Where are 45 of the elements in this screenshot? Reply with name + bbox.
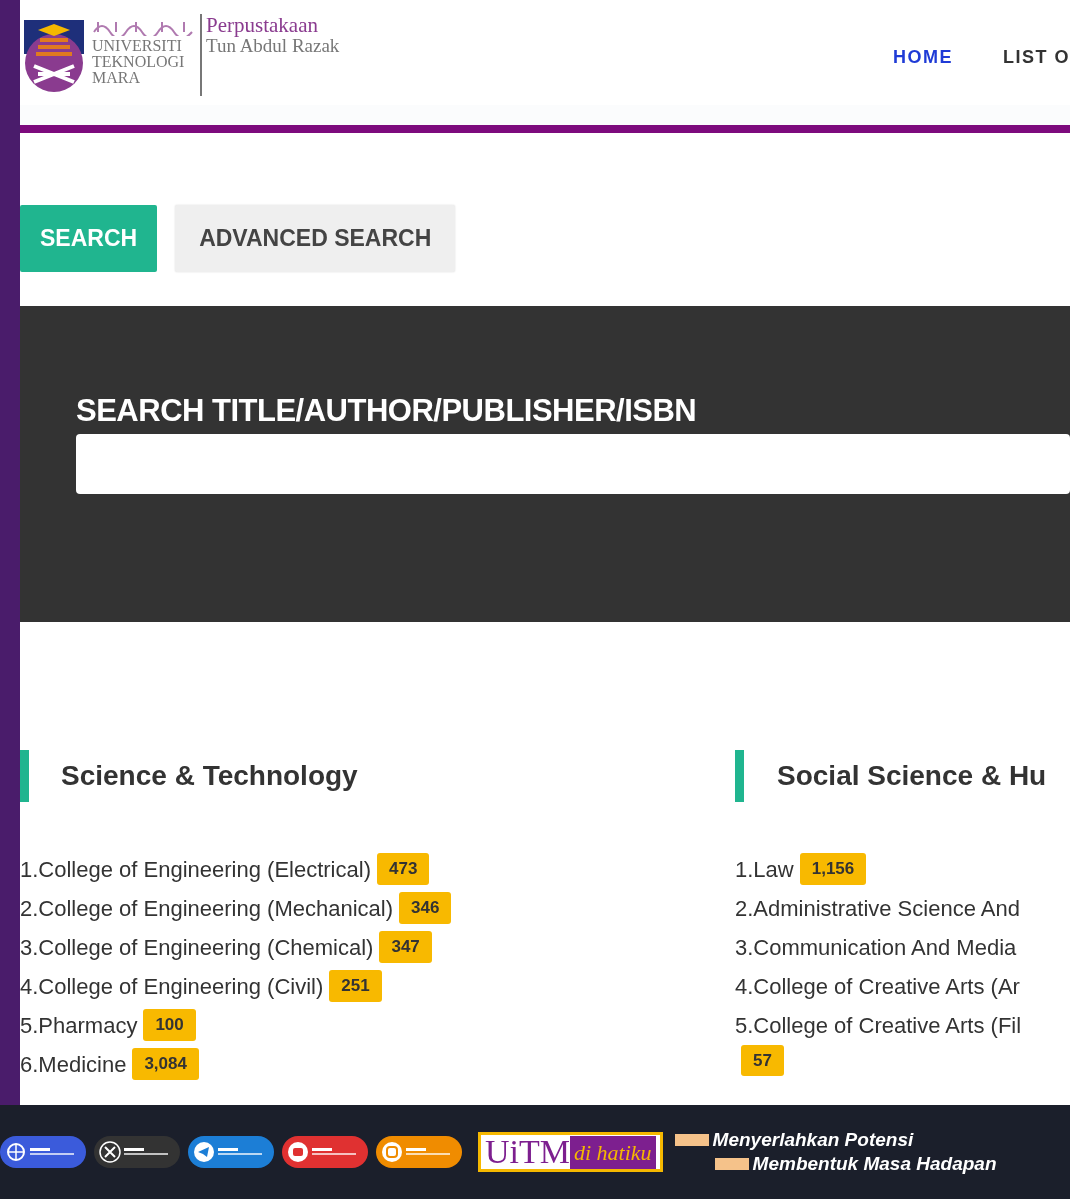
count-badge: 251 [329, 970, 382, 1002]
social-link[interactable] [188, 1136, 274, 1168]
category-link[interactable]: 2.College of Engineering (Mechanical) [20, 888, 393, 928]
slogan-text: Menyerlahkan Potensi [712, 1128, 914, 1152]
count-badge: 3,084 [132, 1048, 199, 1080]
count-badge: 1,156 [799, 853, 867, 885]
stripe-icon [714, 1158, 749, 1170]
category-heading: Social Science & Hu [777, 758, 1047, 793]
category-link[interactable]: 3.College of Engineering (Chemical) [20, 927, 374, 967]
nav-link[interactable]: HOME [893, 44, 953, 71]
nav-link[interactable]: LIST O [1003, 44, 1070, 71]
university-crest-icon [24, 20, 84, 94]
stripe-icon [674, 1134, 709, 1146]
heading-bar [735, 749, 744, 802]
count-badge: 100 [143, 1009, 196, 1041]
category-link[interactable]: 4.College of Engineering (Civil) [20, 966, 324, 1006]
library-title: Perpustakaan [206, 14, 319, 36]
category-link[interactable]: 2.Administrative Science And [735, 888, 1020, 928]
count-badge: 347 [379, 931, 432, 963]
slogan-text: Membentuk Masa Hadapan [752, 1152, 997, 1176]
count-badge: 346 [399, 892, 452, 924]
heading-bar [20, 749, 29, 802]
category-link[interactable]: 3.Communication And Media [735, 927, 1017, 967]
logo-text: UNIVERSITI [92, 38, 183, 54]
search-tab[interactable]: ADVANCED SEARCH [175, 205, 456, 272]
brand-tagline: di hatiku [570, 1135, 656, 1169]
social-link[interactable] [282, 1136, 368, 1168]
category-link[interactable]: 1.College of Engineering (Electrical) [20, 849, 371, 889]
logo-text: TEKNOLOGI [92, 54, 186, 70]
category-link[interactable]: 1.Law [735, 849, 794, 889]
category-link[interactable]: 6.Medicine [20, 1044, 127, 1084]
category-link[interactable]: 5.College of Creative Arts (Fil [735, 1005, 1022, 1045]
search-field[interactable] [76, 434, 1070, 494]
library-subtitle: Tun Abdul Razak [206, 36, 340, 56]
social-link[interactable] [376, 1136, 462, 1168]
category-heading: Science & Technology [61, 758, 358, 793]
logo-text: MARA [92, 70, 141, 86]
count-badge: 57 [741, 1044, 784, 1076]
category-link[interactable]: 4.College of Creative Arts (Ar [735, 966, 1020, 1006]
count-badge: 473 [376, 853, 430, 885]
brand-text: UiTM [485, 1135, 570, 1169]
social-link[interactable] [94, 1136, 180, 1168]
category-link[interactable]: 5.Pharmacy [20, 1005, 138, 1045]
search-label: SEARCH TITLE/AUTHOR/PUBLISHER/ISBN [76, 391, 698, 430]
social-link[interactable] [0, 1136, 86, 1168]
